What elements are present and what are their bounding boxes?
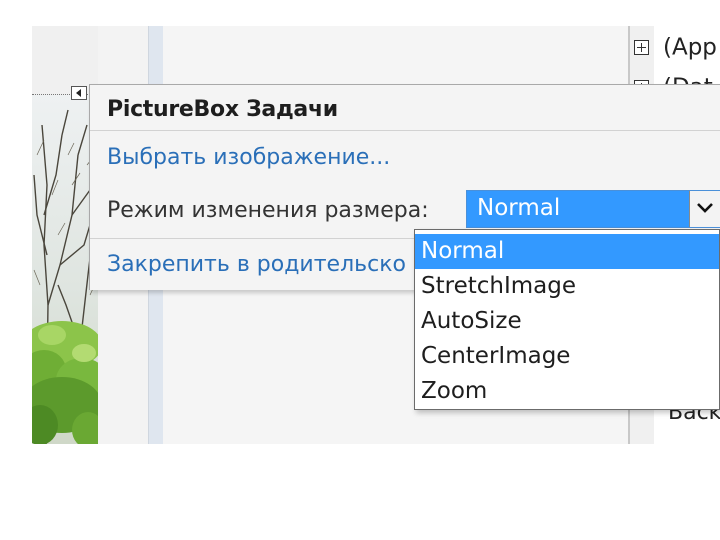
- property-category-label: (App: [663, 34, 717, 61]
- size-mode-label: Режим изменения размера:: [107, 198, 429, 223]
- plus-box-icon[interactable]: [634, 40, 649, 55]
- panel-divider: [90, 130, 720, 131]
- size-mode-selected-value: Normal: [477, 195, 561, 221]
- size-mode-dropdown-list[interactable]: Normal StretchImage AutoSize CenterImage…: [414, 229, 720, 410]
- size-mode-option-stretchimage[interactable]: StretchImage: [415, 269, 719, 304]
- choose-image-link[interactable]: Выбрать изображение...: [107, 145, 390, 170]
- combo-dropdown-button[interactable]: [689, 191, 720, 227]
- dock-in-parent-link[interactable]: Закрепить в родительско: [107, 252, 406, 277]
- size-mode-option-zoom[interactable]: Zoom: [415, 374, 719, 409]
- tasks-panel-title: PictureBox Задачи: [107, 97, 338, 122]
- size-mode-option-centerimage[interactable]: CenterImage: [415, 339, 719, 374]
- size-mode-combobox[interactable]: Normal: [466, 190, 720, 228]
- chevron-down-icon: [697, 203, 713, 213]
- size-mode-option-autosize[interactable]: AutoSize: [415, 304, 719, 339]
- screenshot-canvas: (App (Dat Back PictureBox Задачи Выбрать…: [0, 0, 720, 540]
- size-mode-option-normal[interactable]: Normal: [415, 234, 719, 269]
- property-category-appearance[interactable]: (App: [634, 32, 717, 62]
- smart-tag-arrow-icon[interactable]: [71, 86, 87, 100]
